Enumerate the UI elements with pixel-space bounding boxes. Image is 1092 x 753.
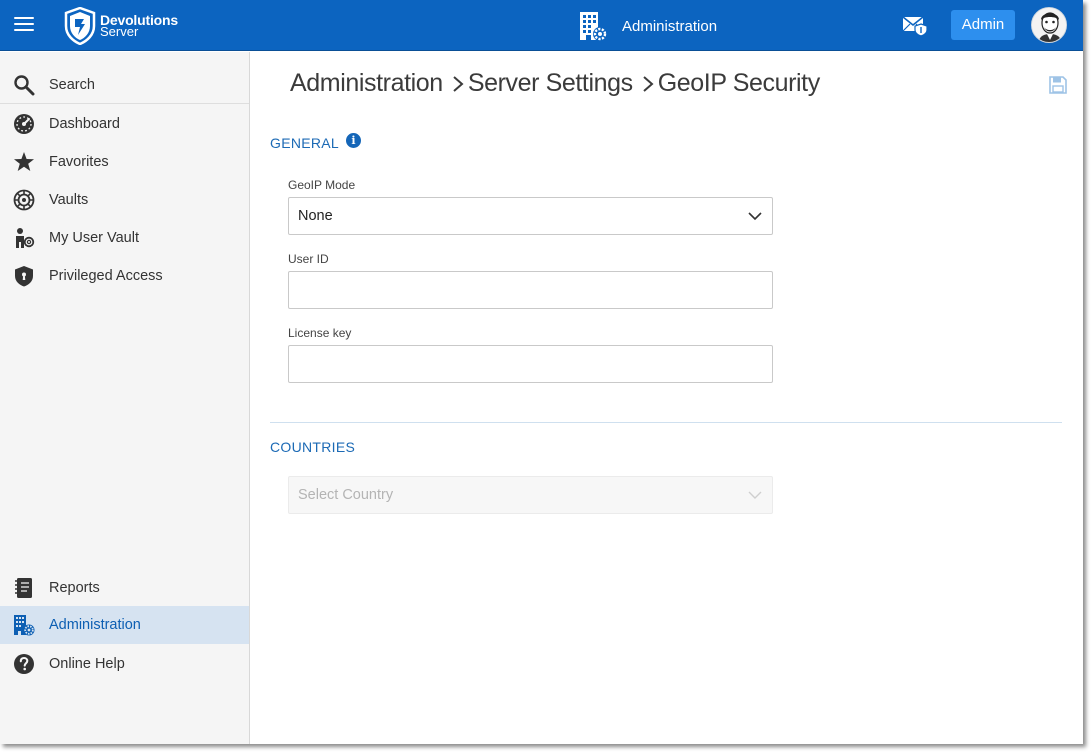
sidebar-item-my-user-vault[interactable]: My User Vault [0, 219, 249, 257]
sidebar-item-online-help[interactable]: Online Help [0, 645, 249, 683]
dashboard-icon [14, 114, 34, 134]
user-vault-icon [16, 228, 35, 248]
shield-logo-icon [64, 7, 96, 45]
main-content: Administration Server Settings GeoIP Sec… [251, 52, 1083, 744]
help-icon [14, 654, 34, 674]
sidebar-item-label: Search [49, 76, 95, 93]
info-icon[interactable]: i [346, 133, 361, 148]
hamburger-menu-icon[interactable] [14, 17, 34, 33]
user-id-input[interactable] [288, 271, 773, 309]
section-divider [270, 422, 1062, 423]
chevron-right-icon [453, 75, 464, 92]
shield-icon [15, 266, 33, 287]
sidebar-item-label: Vaults [49, 192, 89, 208]
star-icon [14, 152, 34, 171]
header-section-title: Administration [622, 17, 718, 35]
geoip-mode-value: None [298, 208, 333, 224]
sidebar-item-administration[interactable]: Administration [0, 606, 249, 644]
header-section: Administration [578, 10, 717, 42]
geoip-mode-label: GeoIP Mode [288, 178, 356, 192]
building-gear-icon [580, 12, 607, 41]
sidebar-item-vaults[interactable]: Vaults [0, 181, 249, 219]
license-key-label: License key [288, 326, 352, 340]
sidebar-item-favorites[interactable]: Favorites [0, 143, 249, 181]
sidebar-item-privileged-access[interactable]: Privileged Access [0, 257, 249, 295]
chevron-down-icon [748, 212, 762, 221]
sidebar-item-search[interactable]: Search [0, 66, 249, 104]
sidebar-item-label: Favorites [49, 154, 109, 170]
search-icon [14, 75, 35, 96]
breadcrumb-server-settings[interactable]: Server Settings [468, 69, 633, 98]
top-header: Devolutions Server Administration Admin [0, 0, 1083, 51]
breadcrumb-administration[interactable]: Administration [290, 69, 443, 98]
sidebar-item-dashboard[interactable]: Dashboard [0, 105, 249, 143]
sidebar: Search Dashboard Favorites Vaults My Use… [0, 52, 250, 744]
sidebar-item-reports[interactable]: Reports [0, 569, 249, 607]
select-country-dropdown: Select Country [288, 476, 773, 514]
general-section-title: GENERAL [270, 135, 340, 151]
sidebar-item-label: Online Help [49, 656, 125, 672]
admin-button[interactable]: Admin [951, 10, 1015, 40]
sidebar-item-label: Administration [49, 617, 141, 633]
user-id-label: User ID [288, 252, 329, 266]
geoip-mode-select[interactable]: None [288, 197, 773, 235]
app-window: Devolutions Server Administration Admin … [0, 0, 1083, 744]
reports-icon [15, 578, 32, 598]
logo[interactable]: Devolutions Server [64, 6, 178, 46]
sidebar-item-label: Dashboard [49, 116, 120, 132]
chevron-down-icon [748, 491, 762, 499]
countries-section-title: COUNTRIES [270, 439, 356, 455]
breadcrumb-geoip-security: GeoIP Security [657, 69, 820, 97]
sidebar-item-label: Privileged Access [49, 268, 163, 284]
save-icon[interactable] [1049, 76, 1067, 94]
breadcrumb: Administration Server Settings GeoIP Sec… [290, 69, 820, 98]
sidebar-item-label: Reports [49, 580, 100, 596]
vault-icon [13, 189, 35, 211]
license-key-input[interactable] [288, 345, 773, 383]
administration-icon [14, 615, 35, 636]
sidebar-item-label: My User Vault [49, 230, 139, 246]
mail-shield-icon[interactable] [902, 14, 928, 37]
chevron-right-icon [643, 75, 654, 92]
avatar[interactable] [1031, 7, 1067, 43]
select-country-placeholder: Select Country [298, 487, 394, 503]
